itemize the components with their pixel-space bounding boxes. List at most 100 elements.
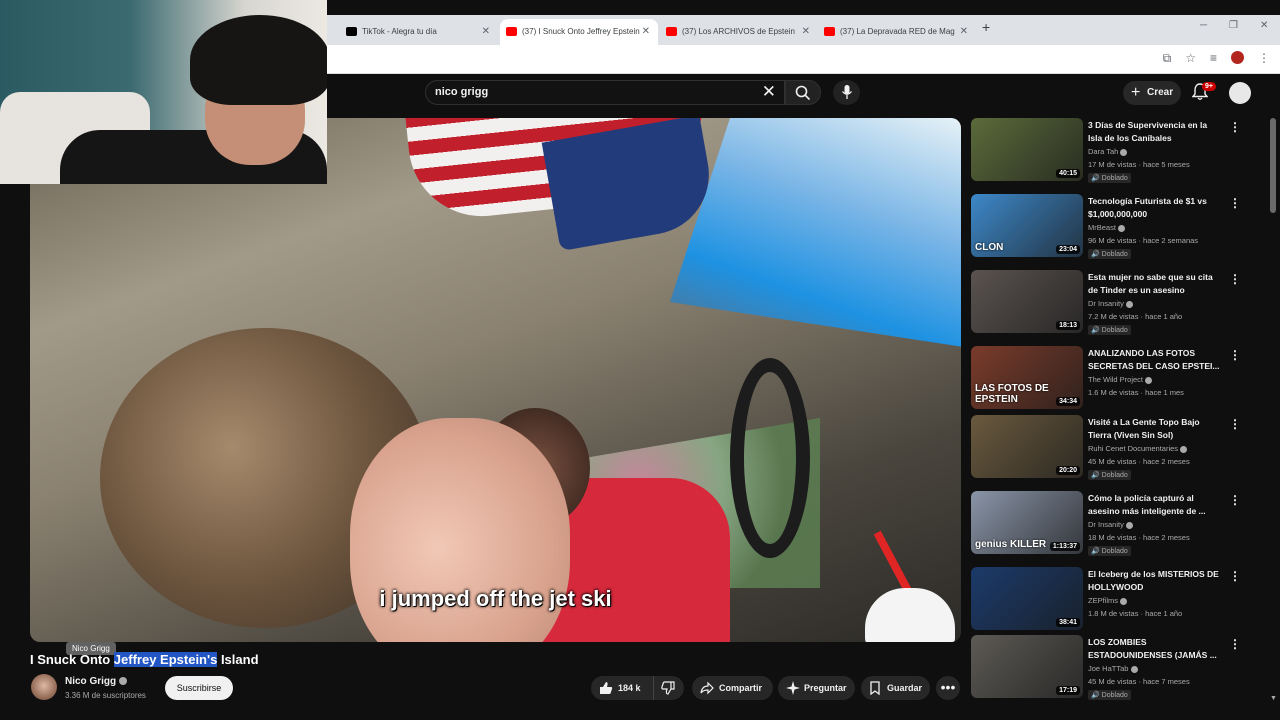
share-button[interactable]: Compartir xyxy=(692,676,773,700)
recommendation-menu-icon[interactable]: ⋮ xyxy=(1229,272,1241,286)
recommendation-channel-name[interactable]: Dr Insanity xyxy=(1088,520,1124,529)
close-window-icon[interactable]: ✕ xyxy=(1260,20,1268,31)
browser-tab-active-video[interactable]: (37) I Snuck Onto Jeffrey Epstein ✕ xyxy=(500,19,658,45)
dubbed-badge-label: Doblado xyxy=(1101,327,1128,334)
subscriber-count: 3.36 M de suscriptores xyxy=(65,691,146,700)
recommendation-title[interactable]: Visité a La Gente Topo Bajo Tierra (Vive… xyxy=(1088,416,1223,442)
video-player[interactable]: i jumped off the jet ski xyxy=(30,118,961,642)
recommendation-title[interactable]: 3 Días de Supervivencia en la Isla de lo… xyxy=(1088,119,1223,145)
tab-title: (37) La Depravada RED de Mag xyxy=(840,27,955,36)
browser-tab-depravada[interactable]: (37) La Depravada RED de Mag ✕ xyxy=(818,19,976,45)
recommendation-channel[interactable]: Ruhi Cenet Documentaries xyxy=(1088,444,1188,453)
recommendation-thumbnail[interactable]: CLON 23:04 xyxy=(971,194,1083,257)
channel-name-text[interactable]: Nico Grigg xyxy=(65,676,116,687)
ask-button[interactable]: Preguntar xyxy=(778,676,855,700)
recommendation-item[interactable]: genius KILLER 1:13:37 Cómo la policía capt… xyxy=(971,491,1251,557)
close-tab-icon[interactable]: ✕ xyxy=(960,19,968,45)
verified-badge-icon xyxy=(1118,224,1126,232)
recommendation-item[interactable]: 20:20 Visité a La Gente Topo Bajo Tierra … xyxy=(971,415,1251,481)
recommendation-channel[interactable]: Dr Insanity xyxy=(1088,299,1133,308)
channel-name[interactable]: Nico Grigg xyxy=(65,676,128,687)
maximize-window-icon[interactable]: ❐ xyxy=(1229,20,1238,31)
scroll-down-arrow-icon[interactable]: ▼ xyxy=(1270,695,1277,702)
recommendation-item[interactable]: 18:13 Esta mujer no sabe que su cita de T… xyxy=(971,270,1251,336)
recommendation-title[interactable]: LOS ZOMBIES ESTADOUNIDENSES (JAMÁS ... xyxy=(1088,636,1223,662)
save-button[interactable]: Guardar xyxy=(861,676,930,700)
dubbed-badge-label: Doblado xyxy=(1101,548,1128,555)
recommendation-item[interactable]: 40:15 3 Días de Supervivencia en la Isla … xyxy=(971,118,1251,184)
minimize-window-icon[interactable]: ─ xyxy=(1200,20,1207,31)
search-box[interactable]: nico grigg ✕ xyxy=(425,80,785,105)
recommendation-thumbnail[interactable]: genius KILLER 1:13:37 xyxy=(971,491,1083,554)
recommendation-title[interactable]: Cómo la policía capturó al asesino más i… xyxy=(1088,492,1223,518)
like-button[interactable]: 184 k xyxy=(591,676,651,700)
dubbed-icon: 🔊 xyxy=(1091,175,1100,182)
recommendation-channel[interactable]: Dr Insanity xyxy=(1088,520,1133,529)
dubbed-badge: 🔊 Doblado xyxy=(1088,173,1131,183)
recommendation-menu-icon[interactable]: ⋮ xyxy=(1229,196,1241,210)
recommendation-menu-icon[interactable]: ⋮ xyxy=(1229,637,1241,651)
search-input[interactable]: nico grigg xyxy=(435,86,488,98)
scrollbar-thumb[interactable] xyxy=(1270,118,1276,213)
video-frame-flag-canton xyxy=(541,118,719,252)
recommendation-channel-name[interactable]: Ruhi Cenet Documentaries xyxy=(1088,444,1178,453)
recommendation-channel[interactable]: MrBeast xyxy=(1088,223,1126,232)
recommendation-menu-icon[interactable]: ⋮ xyxy=(1229,348,1241,362)
recommendation-item[interactable]: 17:19 LOS ZOMBIES ESTADOUNIDENSES (JAMÁS … xyxy=(971,635,1251,701)
microphone-icon xyxy=(841,85,853,99)
recommendation-menu-icon[interactable]: ⋮ xyxy=(1229,493,1241,507)
recommendation-channel[interactable]: Joe HaTTab xyxy=(1088,664,1138,673)
recommendation-channel-name[interactable]: Dara Tah xyxy=(1088,147,1118,156)
media-controls-icon[interactable]: ≡ xyxy=(1210,51,1217,66)
recommendation-channel[interactable]: ZEPfilms xyxy=(1088,596,1128,605)
voice-search-button[interactable] xyxy=(833,80,860,105)
recommendation-title[interactable]: ANALIZANDO LAS FOTOS SECRETAS DEL CASO E… xyxy=(1088,347,1223,373)
close-tab-icon[interactable]: ✕ xyxy=(482,19,490,45)
recommendation-channel-name[interactable]: The Wild Project xyxy=(1088,375,1143,384)
search-button[interactable] xyxy=(785,80,821,105)
bookmark-star-icon[interactable]: ☆ xyxy=(1185,51,1196,66)
recommendation-channel-name[interactable]: ZEPfilms xyxy=(1088,596,1118,605)
recommendation-thumbnail[interactable]: 40:15 xyxy=(971,118,1083,181)
browser-menu-icon[interactable]: ⋮ xyxy=(1258,51,1270,66)
recommendation-title[interactable]: Tecnología Futurista de $1 vs $1,000,000… xyxy=(1088,195,1223,221)
browser-tab-archivos[interactable]: (37) Los ARCHIVOS de Epstein ✕ xyxy=(660,19,818,45)
recommendation-channel-name[interactable]: Dr Insanity xyxy=(1088,299,1124,308)
recommendation-item[interactable]: LAS FOTOS DE EPSTEIN 34:34 ANALIZANDO LAS … xyxy=(971,346,1251,412)
recommendation-thumbnail[interactable]: LAS FOTOS DE EPSTEIN 34:34 xyxy=(971,346,1083,409)
recommendation-thumbnail[interactable]: 38:41 xyxy=(971,567,1083,630)
tab-title: TikTok - Alegra tu día xyxy=(362,27,437,36)
channel-avatar[interactable] xyxy=(31,674,57,700)
recommendation-menu-icon[interactable]: ⋮ xyxy=(1229,417,1241,431)
profile-avatar-icon[interactable] xyxy=(1231,51,1244,64)
dislike-button[interactable] xyxy=(653,676,684,700)
recommendation-channel-name[interactable]: Joe HaTTab xyxy=(1088,664,1128,673)
recommendation-thumbnail[interactable]: 18:13 xyxy=(971,270,1083,333)
install-app-icon[interactable]: ⧉ xyxy=(1163,51,1172,66)
address-bar-actions: ⧉ ☆ ≡ ⋮ xyxy=(1163,51,1270,66)
recommendation-thumbnail[interactable]: 17:19 xyxy=(971,635,1083,698)
recommendation-title[interactable]: El Iceberg de los MISTERIOS DE HOLLYWOOD xyxy=(1088,568,1223,594)
create-button[interactable]: + Crear xyxy=(1123,81,1181,105)
recommendation-channel[interactable]: Dara Tah xyxy=(1088,147,1128,156)
account-avatar[interactable] xyxy=(1229,82,1251,104)
close-tab-icon[interactable]: ✕ xyxy=(802,19,810,45)
recommendation-title[interactable]: Esta mujer no sabe que su cita de Tinder… xyxy=(1088,271,1223,297)
close-tab-icon[interactable]: ✕ xyxy=(642,19,650,45)
recommendation-meta: 18 M de vistas · hace 2 meses xyxy=(1088,533,1190,542)
video-title-selected-text: Jeffrey Epstein's xyxy=(113,652,218,667)
recommendation-channel[interactable]: The Wild Project xyxy=(1088,375,1153,384)
subscribe-button[interactable]: Suscribirse xyxy=(165,676,233,700)
clear-search-icon[interactable]: ✕ xyxy=(762,82,776,102)
browser-tab-tiktok[interactable]: TikTok - Alegra tu día ✕ xyxy=(340,19,498,45)
dubbed-badge-label: Doblado xyxy=(1101,251,1128,258)
dubbed-icon: 🔊 xyxy=(1091,548,1100,555)
recommendation-channel-name[interactable]: MrBeast xyxy=(1088,223,1116,232)
new-tab-button[interactable]: + xyxy=(982,19,990,35)
recommendation-menu-icon[interactable]: ⋮ xyxy=(1229,120,1241,134)
recommendation-menu-icon[interactable]: ⋮ xyxy=(1229,569,1241,583)
recommendation-item[interactable]: CLON 23:04 Tecnología Futurista de $1 vs $… xyxy=(971,194,1251,260)
recommendation-thumbnail[interactable]: 20:20 xyxy=(971,415,1083,478)
more-actions-button[interactable]: ••• xyxy=(936,676,960,700)
recommendation-item[interactable]: 38:41 El Iceberg de los MISTERIOS DE HOLL… xyxy=(971,567,1251,633)
